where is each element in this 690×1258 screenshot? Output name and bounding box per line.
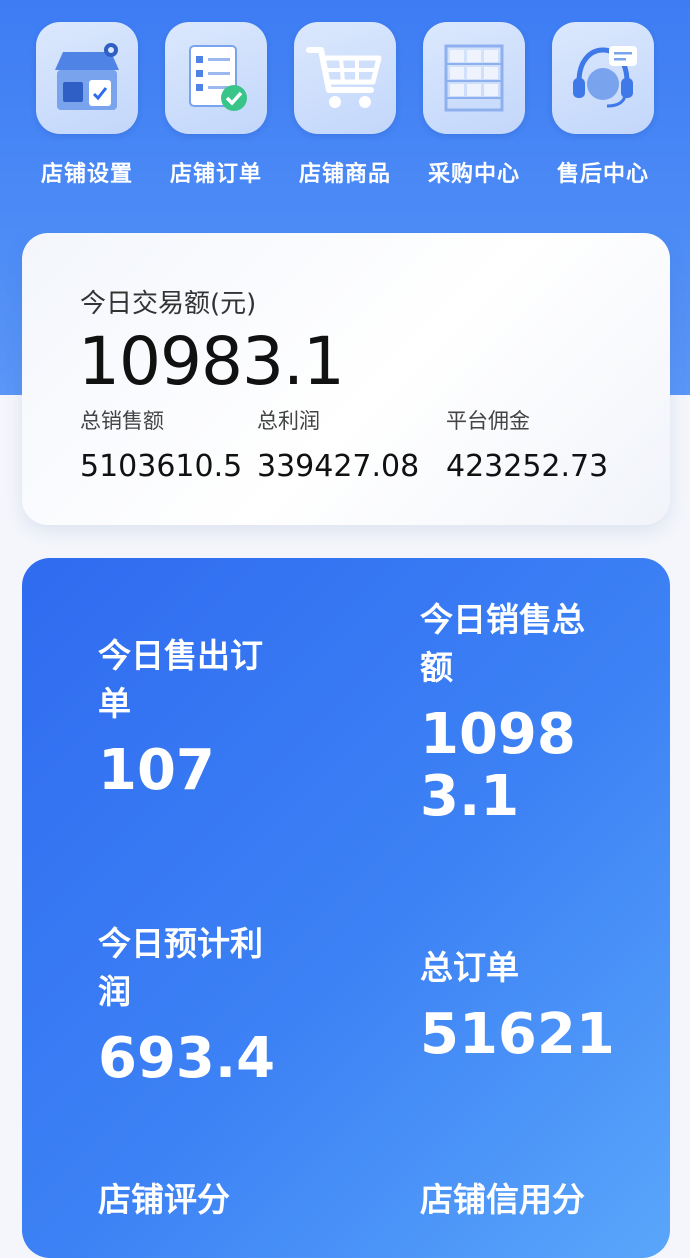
stat-today-sales: 今日销售总额 10983.1 — [420, 596, 600, 828]
stat-label: 店铺评分 — [98, 1180, 230, 1219]
stat-value: 107 — [98, 738, 215, 803]
stat-total-orders: 总订单 51621 — [420, 944, 620, 1066]
stat-today-profit: 今日预计利润 693.4 — [98, 920, 288, 1090]
metric-label: 总销售额 — [80, 409, 164, 433]
nav-label: 售后中心 — [556, 162, 649, 187]
warehouse-shelf-icon — [423, 22, 525, 134]
summary-title: 今日交易额(元) — [80, 289, 257, 319]
metric-value: 339427.08 — [257, 449, 420, 484]
metric-platform-commission: 平台佣金 423252.73 — [446, 405, 608, 484]
stat-value: 693.4 — [98, 1026, 276, 1091]
nav-item-store-products[interactable]: 店铺商品 — [280, 22, 410, 188]
metric-label: 总利润 — [257, 409, 320, 433]
nav-label: 采购中心 — [427, 162, 520, 187]
summary-value: 10983.1 — [78, 323, 345, 400]
stat-label: 店铺信用分 — [420, 1180, 585, 1219]
nav-label: 店铺设置 — [40, 162, 133, 187]
nav-item-after-sales[interactable]: 售后中心 — [538, 22, 668, 188]
stat-value: 51621 — [420, 1002, 615, 1067]
stat-store-rating: 店铺评分 — [98, 1176, 298, 1224]
metric-total-profit: 总利润 339427.08 — [257, 405, 419, 484]
metric-value: 5103610.5 — [80, 449, 243, 484]
nav-label: 店铺商品 — [298, 162, 391, 187]
headset-support-icon — [552, 22, 654, 134]
stat-label: 今日销售总额 — [420, 600, 585, 687]
stat-label: 总订单 — [420, 948, 519, 987]
nav-item-purchase-center[interactable]: 采购中心 — [409, 22, 539, 188]
metric-total-sales: 总销售额 5103610.5 — [80, 405, 242, 484]
metric-label: 平台佣金 — [446, 409, 530, 433]
order-checklist-icon — [165, 22, 267, 134]
store-settings-icon — [36, 22, 138, 134]
nav-label: 店铺订单 — [169, 162, 262, 187]
quick-nav: 店铺设置 店铺订单 店铺商品 采购中心 售后中心 — [0, 0, 690, 210]
stat-store-credit: 店铺信用分 — [420, 1176, 620, 1224]
nav-item-store-settings[interactable]: 店铺设置 — [22, 22, 152, 188]
nav-item-store-orders[interactable]: 店铺订单 — [151, 22, 281, 188]
stat-label: 今日预计利润 — [98, 924, 263, 1011]
metric-value: 423252.73 — [446, 449, 609, 484]
store-stats-card: 今日售出订单 107 今日销售总额 10983.1 今日预计利润 693.4 总… — [22, 558, 670, 1258]
shopping-cart-icon — [294, 22, 396, 134]
stat-today-orders: 今日售出订单 107 — [98, 632, 288, 802]
stat-value: 10983.1 — [420, 702, 576, 829]
today-transaction-card: 今日交易额(元) 10983.1 总销售额 5103610.5 总利润 3394… — [22, 233, 670, 525]
stat-label: 今日售出订单 — [98, 636, 263, 723]
